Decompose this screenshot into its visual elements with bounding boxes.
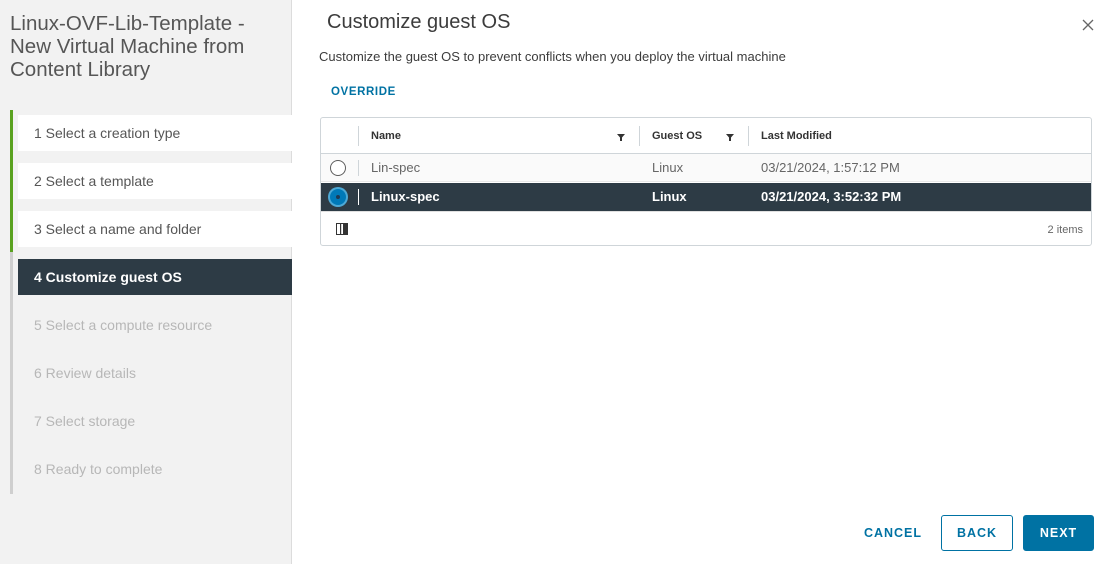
cell-name: Lin-spec [371, 160, 421, 175]
override-button[interactable]: OVERRIDE [331, 86, 396, 98]
steps-progress-rail [10, 110, 13, 494]
cell-separator [358, 160, 359, 176]
row-radio[interactable] [330, 189, 346, 205]
cancel-button[interactable]: CANCEL [853, 515, 933, 551]
wizard-step-7: 7 Select storage [34, 413, 136, 429]
column-separator [358, 126, 359, 146]
grid-footer: 2 items [321, 211, 1091, 245]
wizard-step-1[interactable]: 1 Select a creation type [18, 115, 292, 151]
wizard-step-3[interactable]: 3 Select a name and folder [18, 211, 292, 247]
customization-spec-grid: Name Guest OS Last Modified Lin-spec Lin… [320, 117, 1092, 246]
column-header-last-modified[interactable]: Last Modified [761, 130, 832, 142]
column-header-name[interactable]: Name [371, 130, 401, 142]
filter-icon[interactable] [617, 133, 625, 141]
table-row[interactable]: Linux-spec Linux 03/21/2024, 3:52:32 PM [321, 183, 1091, 211]
cell-guest-os: Linux [652, 160, 684, 175]
table-row[interactable]: Lin-spec Linux 03/21/2024, 1:57:12 PM [321, 154, 1091, 182]
row-radio[interactable] [330, 160, 346, 176]
column-header-guest-os[interactable]: Guest OS [652, 130, 702, 142]
cell-name: Linux-spec [371, 189, 440, 204]
column-separator [748, 126, 749, 146]
column-toggle-icon[interactable] [336, 223, 348, 235]
steps-progress-done [10, 110, 13, 252]
wizard-step-4[interactable]: 4 Customize guest OS [18, 259, 292, 295]
grid-header: Name Guest OS Last Modified [321, 118, 1091, 154]
page-title: Customize guest OS [327, 11, 511, 33]
cell-last-modified: 03/21/2024, 1:57:12 PM [761, 160, 900, 175]
wizard-sidebar: Linux-OVF-Lib-Template - New Virtual Mac… [0, 0, 292, 564]
grid-item-count: 2 items [1047, 224, 1083, 236]
cell-last-modified: 03/21/2024, 3:52:32 PM [761, 189, 902, 204]
next-button[interactable]: NEXT [1023, 515, 1094, 551]
wizard-title: Linux-OVF-Lib-Template - New Virtual Mac… [10, 12, 245, 81]
back-button[interactable]: BACK [941, 515, 1013, 551]
wizard-step-6: 6 Review details [34, 365, 136, 381]
cell-separator [358, 189, 359, 205]
wizard-step-5: 5 Select a compute resource [34, 317, 213, 333]
main-content: Customize guest OS Customize the guest O… [293, 0, 1106, 564]
wizard-step-2[interactable]: 2 Select a template [18, 163, 292, 199]
filter-icon[interactable] [726, 133, 734, 141]
cell-guest-os: Linux [652, 189, 687, 204]
page-subtitle: Customize the guest OS to prevent confli… [319, 49, 786, 64]
close-icon[interactable] [1080, 17, 1096, 33]
wizard-step-8: 8 Ready to complete [34, 461, 163, 477]
column-separator [639, 126, 640, 146]
